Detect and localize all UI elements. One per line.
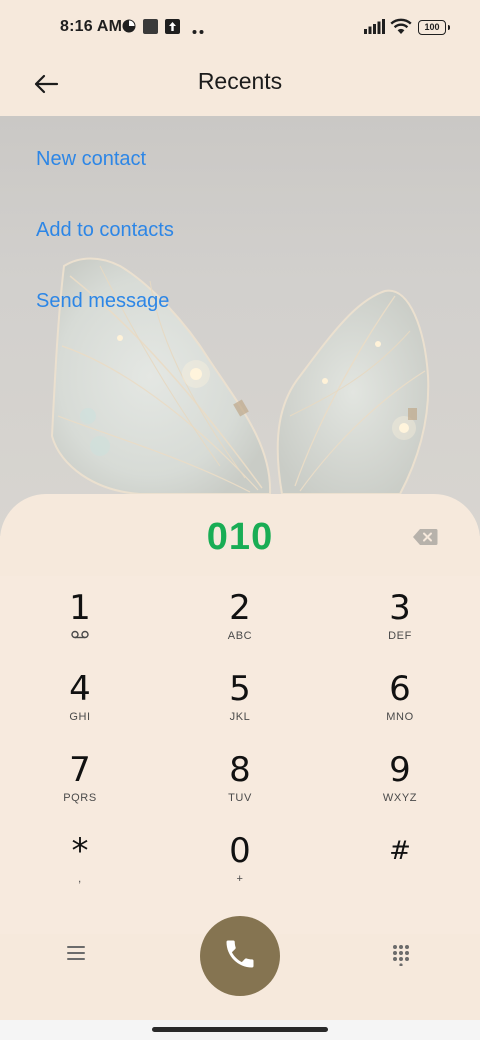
key-9[interactable]: 9 WXYZ <box>340 740 460 816</box>
page-title: Recents <box>197 68 283 94</box>
key-6[interactable]: 6 MNO <box>340 659 460 735</box>
key-digit: # <box>389 836 411 866</box>
key-digit: 3 <box>389 588 411 628</box>
key-digit: 9 <box>389 750 411 790</box>
key-digit: 4 <box>69 669 91 709</box>
key-letters: , <box>78 873 82 885</box>
backspace-icon <box>412 529 438 550</box>
square-notification-icon <box>143 19 158 39</box>
dialer-bottom-row <box>0 914 480 1004</box>
key-5[interactable]: 5 JKL <box>180 659 300 735</box>
menu-button[interactable] <box>66 944 90 968</box>
key-star[interactable]: * , <box>20 821 140 897</box>
menu-icon <box>66 946 86 966</box>
dialpad-toggle-button[interactable] <box>392 944 412 968</box>
key-3[interactable]: 3 DEF <box>340 578 460 654</box>
key-letters: TUV <box>228 792 252 804</box>
upload-notification-icon <box>165 19 180 39</box>
key-digit: 7 <box>69 750 91 790</box>
status-time: 8:16 AM <box>60 18 123 35</box>
key-letters: DEF <box>388 630 412 642</box>
key-digit: 2 <box>229 588 251 628</box>
key-letters: JKL <box>229 711 251 723</box>
key-2[interactable]: 2 ABC <box>180 578 300 654</box>
navigation-bar <box>0 1020 480 1040</box>
send-message-link[interactable]: Send message <box>36 290 169 313</box>
add-to-contacts-link[interactable]: Add to contacts <box>36 219 174 242</box>
battery-icon: 100 <box>418 20 450 35</box>
key-digit: 8 <box>229 750 251 790</box>
key-digit: 0 <box>229 831 251 871</box>
key-letters <box>340 873 460 887</box>
key-digit: 6 <box>389 669 411 709</box>
key-8[interactable]: 8 TUV <box>180 740 300 816</box>
app-header: Recents <box>0 56 480 116</box>
home-indicator[interactable] <box>152 1027 328 1032</box>
dialer-panel: 010 1 2 ABC 3 DEF 4 GHI 5 JKL 6 MNO 7 PQ… <box>0 494 480 1024</box>
dialed-number: 010 <box>206 516 274 558</box>
key-letters: WXYZ <box>382 792 418 804</box>
phone-icon <box>222 936 258 977</box>
key-1[interactable]: 1 <box>20 578 140 654</box>
key-letters: PQRS <box>63 792 97 804</box>
backspace-button[interactable] <box>412 528 442 548</box>
key-digit: 5 <box>229 669 251 709</box>
more-notifications-icon <box>192 22 204 40</box>
wifi-icon <box>390 18 412 40</box>
wallpaper-background: New contact Add to contacts Send message <box>0 116 480 536</box>
pie-notification-icon <box>122 19 136 38</box>
key-7[interactable]: 7 PQRS <box>20 740 140 816</box>
key-digit: 1 <box>69 588 91 628</box>
key-letters: GHI <box>69 711 91 723</box>
status-bar: 8:16 AM 100 <box>0 0 480 56</box>
call-button[interactable] <box>200 916 280 996</box>
signal-icon <box>364 19 386 39</box>
dialer-screen: 8:16 AM 100 Recents New contact Add to c… <box>0 0 480 1040</box>
keypad: 1 2 ABC 3 DEF 4 GHI 5 JKL 6 MNO 7 PQRS 8… <box>0 576 480 934</box>
butterfly-wallpaper-image <box>50 257 430 495</box>
key-letters: + <box>236 873 244 885</box>
key-letters: ABC <box>227 630 253 642</box>
new-contact-link[interactable]: New contact <box>36 148 146 171</box>
key-0[interactable]: 0 + <box>180 821 300 897</box>
key-digit: * <box>71 831 89 871</box>
key-letters: MNO <box>386 711 414 723</box>
voicemail-icon <box>20 630 140 644</box>
key-4[interactable]: 4 GHI <box>20 659 140 735</box>
key-hash[interactable]: # <box>340 821 460 897</box>
dialpad-icon <box>392 945 410 970</box>
